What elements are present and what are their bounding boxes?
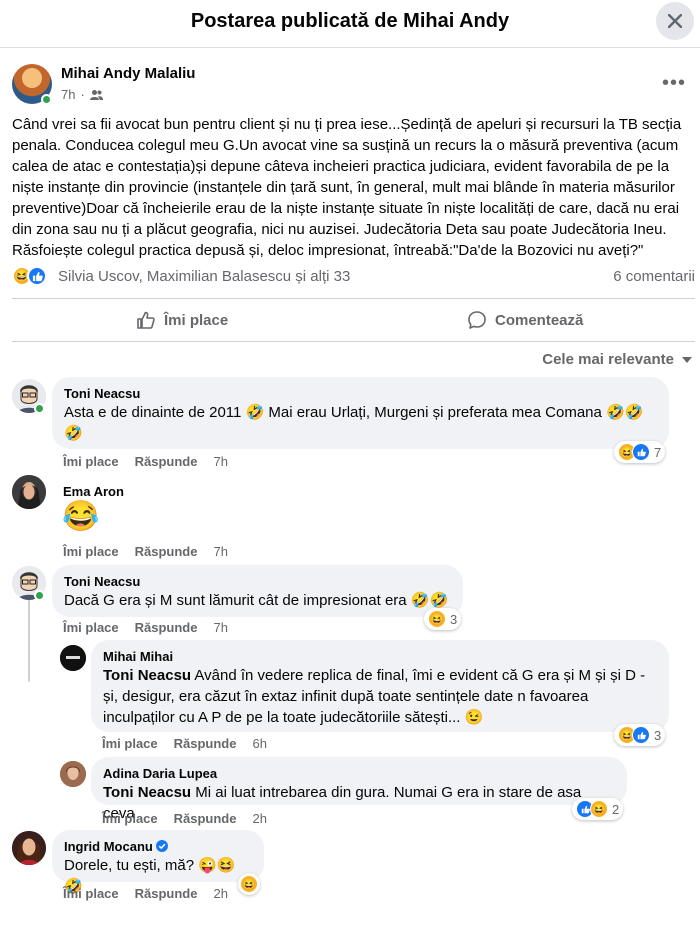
caret-down-icon (682, 356, 692, 363)
verified-badge-icon (156, 840, 169, 852)
action-bar: Îmi place Comentează (12, 298, 695, 342)
comment-reply-link[interactable]: Răspunde (135, 886, 198, 901)
comment-reply-link[interactable]: Răspunde (135, 620, 198, 635)
comment-sort-dropdown[interactable]: Cele mai relevante (542, 351, 692, 368)
comment-reply-link[interactable]: Răspunde (174, 811, 237, 826)
reaction-count: 2 (612, 801, 620, 817)
comment-reactions[interactable]: 😆 3 (614, 724, 666, 746)
comment-reactions[interactable]: 😆 3 (424, 608, 462, 630)
comment-avatar[interactable] (12, 831, 46, 865)
post-text: Când vrei sa fii avocat bun pentru clien… (12, 116, 682, 259)
comment-author[interactable]: Toni Neacsu (64, 573, 451, 590)
comment-button-label: Comentează (495, 311, 584, 329)
comment-time[interactable]: 7h (213, 454, 227, 469)
reply-author[interactable]: Mihai Mihai (103, 648, 657, 665)
more-options-button[interactable]: ••• (662, 72, 686, 95)
comment-time[interactable]: 2h (213, 886, 227, 901)
friends-audience-icon (89, 89, 103, 100)
close-button[interactable] (656, 2, 694, 40)
comment-like-link[interactable]: Îmi place (102, 736, 158, 751)
reactors-names[interactable]: Silvia Uscov, Maximilian Balasescu și al… (58, 268, 350, 285)
reaction-count: 3 (450, 611, 458, 627)
comment-bubble-icon (468, 311, 486, 329)
comment-bubble: Toni Neacsu Asta e de dinainte de 2011 🤣… (52, 377, 669, 449)
haha-reaction-icon: 😆 (590, 800, 608, 818)
online-status-dot (34, 403, 45, 414)
comment-actions: Îmi place Răspunde 6h (102, 736, 267, 751)
reactions-summary[interactable]: 😆 Silvia Uscov, Maximilian Balasescu și … (12, 266, 695, 288)
comment-text: Asta e de dinainte de 2011 🤣 Mai erau Ur… (64, 404, 644, 421)
comment-avatar[interactable] (12, 475, 46, 509)
reaction-count: 3 (654, 727, 662, 743)
comment-reply-link[interactable]: Răspunde (135, 454, 198, 469)
online-status-dot (34, 590, 45, 601)
close-icon (668, 14, 682, 28)
reply-bubble: Mihai Mihai Toni Neacsu Având în vedere … (91, 640, 669, 732)
comment-author[interactable]: Ema Aron (63, 483, 124, 500)
thumbs-up-icon (137, 311, 155, 329)
dialog-title: Postarea publicată de Mihai Andy (190, 10, 510, 32)
haha-reaction-icon: 😆 (428, 610, 446, 628)
comment-like-link[interactable]: Îmi place (63, 544, 119, 559)
comment-reactions[interactable]: 😆 (238, 873, 260, 895)
comment-bubble: Ingrid Mocanu Dorele, tu ești, mă? 😜😆🤣 (52, 830, 264, 895)
comment-author[interactable]: Ingrid Mocanu (64, 839, 153, 854)
comment-like-link[interactable]: Îmi place (63, 454, 119, 469)
like-reaction-icon (27, 266, 47, 286)
dialog-header: Postarea publicată de Mihai Andy (0, 0, 700, 48)
comment-author-row: Ingrid Mocanu (64, 838, 252, 855)
like-reaction-icon (632, 443, 650, 461)
comment-time[interactable]: 7h (213, 620, 227, 635)
comment-like-link[interactable]: Îmi place (63, 886, 119, 901)
thread-line (28, 600, 30, 682)
comment-emoji: 😂 (62, 500, 100, 533)
comment-actions: Îmi place Răspunde 7h (63, 454, 228, 469)
like-button[interactable]: Îmi place (136, 299, 228, 341)
comment-time[interactable]: 2h (252, 811, 266, 826)
comment-reactions[interactable]: 😆 7 (614, 441, 666, 463)
reaction-count: 7 (654, 444, 662, 460)
like-button-label: Îmi place (164, 311, 229, 329)
comment-like-link[interactable]: Îmi place (63, 620, 119, 635)
comment-author[interactable]: Toni Neacsu (64, 385, 657, 402)
comment-count[interactable]: 6 comentarii (613, 268, 695, 285)
reply-bubble: Adina Daria Lupea Toni Neacsu Mi ai luat… (91, 757, 627, 822)
comment-reply-link[interactable]: Răspunde (135, 544, 198, 559)
author-name[interactable]: Mihai Andy Malaliu (61, 65, 195, 82)
post-time[interactable]: 7h (61, 87, 75, 102)
online-status-dot (41, 94, 52, 105)
like-reaction-icon (632, 726, 650, 744)
haha-reaction-icon: 😆 (240, 875, 258, 893)
comment-button[interactable]: Comentează (467, 299, 583, 341)
comment-time[interactable]: 6h (252, 736, 266, 751)
comment-text: Dacă G era și M sunt lămurit cât de impr… (64, 592, 449, 609)
comment-actions: Îmi place Răspunde 7h (63, 544, 228, 559)
reply-avatar[interactable] (60, 761, 86, 787)
comment-time[interactable]: 7h (213, 544, 227, 559)
comment-like-link[interactable]: Îmi place (102, 811, 158, 826)
comment-actions: Îmi place Răspunde 2h (63, 886, 228, 901)
post-meta: 7h · (61, 87, 103, 102)
sort-label: Cele mai relevante (542, 351, 674, 368)
reply-avatar[interactable] (60, 645, 86, 671)
mention-link[interactable]: Toni Neacsu (103, 667, 191, 684)
comment-reactions[interactable]: 😆 2 (572, 798, 624, 820)
reply-author[interactable]: Adina Daria Lupea (103, 765, 615, 782)
comment-text-continued: 🤣 (64, 425, 83, 442)
mention-link[interactable]: Toni Neacsu (103, 784, 191, 801)
comment-reply-link[interactable]: Răspunde (174, 736, 237, 751)
comment-actions: Îmi place Răspunde 2h (102, 811, 267, 826)
comment-bubble: Toni Neacsu Dacă G era și M sunt lămurit… (52, 565, 463, 617)
comment-actions: Îmi place Răspunde 7h (63, 620, 228, 635)
